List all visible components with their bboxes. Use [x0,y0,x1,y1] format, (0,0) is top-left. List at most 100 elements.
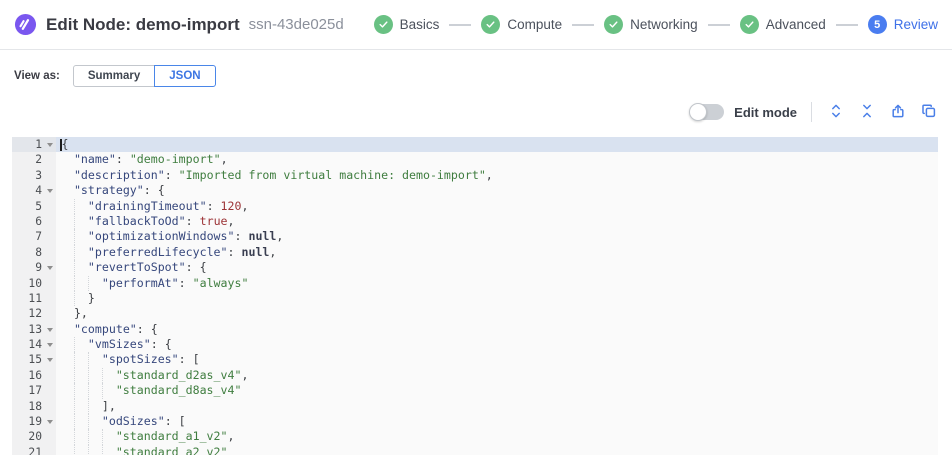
code-content: "performAt": "always" [56,276,938,291]
export-button[interactable] [889,103,907,121]
page-title: Edit Node: demo-import [46,15,240,35]
code-content: "drainingTimeout": 120, [56,199,938,214]
code-line[interactable]: 16"standard_d2as_v4", [12,368,938,383]
code-line[interactable]: 5"drainingTimeout": 120, [12,199,938,214]
line-number: 10 [12,276,56,291]
code-content: "name": "demo-import", [56,152,938,167]
code-content: "standard_a2_v2" [56,445,938,455]
line-number: 8 [12,245,56,260]
fold-toggle-icon[interactable] [47,343,53,347]
code-line[interactable]: 6"fallbackToOd": true, [12,214,938,229]
code-content: "description": "Imported from virtual ma… [56,168,938,183]
step-check-icon [604,15,623,34]
code-line[interactable]: 20"standard_a1_v2", [12,429,938,444]
line-number: 15 [12,352,56,367]
editor-toolbar: Edit mode [0,101,938,123]
code-line[interactable]: 21"standard_a2_v2" [12,445,938,455]
edit-mode-toggle[interactable] [690,104,724,120]
line-number: 1 [12,137,56,152]
code-content: "standard_d2as_v4", [56,368,938,383]
view-as-label: View as: [14,70,60,82]
code-content: ], [56,399,938,414]
view-as-option-json[interactable]: JSON [154,65,215,87]
line-number: 21 [12,445,56,455]
step-label: Basics [400,17,440,32]
code-line[interactable]: 3"description": "Imported from virtual m… [12,168,938,183]
view-as-row: View as: SummaryJSON [14,65,952,87]
toolbar-divider [811,102,812,122]
code-line[interactable]: 18], [12,399,938,414]
code-line[interactable]: 8"preferredLifecycle": null, [12,245,938,260]
step-connector [836,24,858,26]
code-content: "compute": { [56,322,938,337]
stepper-step-compute[interactable]: Compute [481,15,562,34]
step-check-icon [374,15,393,34]
json-editor[interactable]: 1{2"name": "demo-import",3"description":… [12,137,938,455]
code-line[interactable]: 19"odSizes": [ [12,414,938,429]
line-number: 6 [12,214,56,229]
code-content: "preferredLifecycle": null, [56,245,938,260]
code-line[interactable]: 15"spotSizes": [ [12,352,938,367]
step-label: Review [894,17,938,32]
line-number: 11 [12,291,56,306]
code-content: "optimizationWindows": null, [56,229,938,244]
fold-toggle-icon[interactable] [47,358,53,362]
code-line[interactable]: 11} [12,291,938,306]
stepper-step-review[interactable]: 5 Review [868,15,938,34]
code-line[interactable]: 4"strategy": { [12,183,938,198]
line-number: 12 [12,306,56,321]
page-header: Edit Node: demo-import ssn-43de025d Basi… [0,0,952,50]
code-content: "standard_a1_v2", [56,429,938,444]
expand-all-icon [828,103,844,119]
collapse-all-button[interactable] [858,103,876,121]
expand-all-button[interactable] [827,103,845,121]
fold-toggle-icon[interactable] [47,328,53,332]
step-number-badge: 5 [868,15,887,34]
stepper-step-advanced[interactable]: Advanced [740,15,826,34]
line-number: 13 [12,322,56,337]
line-number: 7 [12,229,56,244]
code-content: "standard_d8as_v4" [56,383,938,398]
step-connector [449,24,471,26]
line-number: 5 [12,199,56,214]
code-content: } [56,291,938,306]
view-as-option-summary[interactable]: Summary [73,65,155,87]
stepper-step-basics[interactable]: Basics [374,15,440,34]
stepper-step-networking[interactable]: Networking [604,15,698,34]
step-check-icon [481,15,500,34]
line-number: 20 [12,429,56,444]
code-line[interactable]: 10"performAt": "always" [12,276,938,291]
code-line[interactable]: 17"standard_d8as_v4" [12,383,938,398]
fold-toggle-icon[interactable] [47,420,53,424]
node-id: ssn-43de025d [249,16,344,33]
line-number: 16 [12,368,56,383]
fold-toggle-icon[interactable] [47,143,53,147]
code-content: }, [56,306,938,321]
step-connector [572,24,594,26]
code-content: "spotSizes": [ [56,352,938,367]
export-icon [890,103,906,119]
code-line[interactable]: 2"name": "demo-import", [12,152,938,167]
code-line[interactable]: 14"vmSizes": { [12,337,938,352]
spot-logo-icon [14,13,37,36]
step-check-icon [740,15,759,34]
line-number: 17 [12,383,56,398]
code-line[interactable]: 9"revertToSpot": { [12,260,938,275]
edit-mode-label: Edit mode [734,105,797,120]
fold-toggle-icon[interactable] [47,266,53,270]
code-line[interactable]: 12}, [12,306,938,321]
copy-button[interactable] [920,103,938,121]
line-number: 19 [12,414,56,429]
code-content: { [56,137,938,152]
code-content: "strategy": { [56,183,938,198]
line-number: 9 [12,260,56,275]
code-line[interactable]: 13"compute": { [12,322,938,337]
code-content: "vmSizes": { [56,337,938,352]
code-line[interactable]: 1{ [12,137,938,152]
code-line[interactable]: 7"optimizationWindows": null, [12,229,938,244]
line-number: 14 [12,337,56,352]
toggle-knob [689,103,707,121]
view-as-toggle: SummaryJSON [73,65,216,87]
code-content: "odSizes": [ [56,414,938,429]
fold-toggle-icon[interactable] [47,189,53,193]
